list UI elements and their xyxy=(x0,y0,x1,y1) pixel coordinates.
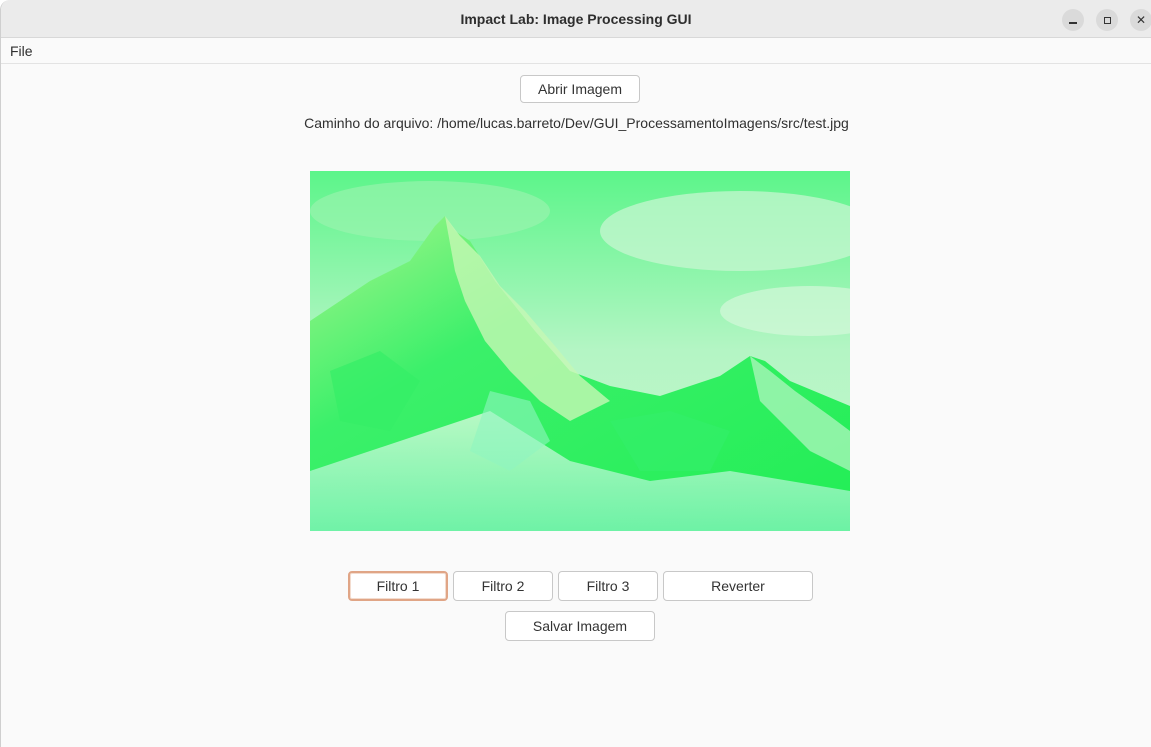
filter-1-button[interactable]: Filtro 1 xyxy=(348,571,448,601)
filter-2-button[interactable]: Filtro 2 xyxy=(453,571,553,601)
save-image-button[interactable]: Salvar Imagem xyxy=(505,611,655,641)
maximize-button[interactable] xyxy=(1096,9,1118,31)
window-title: Impact Lab: Image Processing GUI xyxy=(460,11,692,27)
image-preview xyxy=(310,171,850,531)
file-path-label: Caminho do arquivo: /home/lucas.barreto/… xyxy=(304,115,849,131)
revert-button[interactable]: Reverter xyxy=(663,571,813,601)
mountain-image xyxy=(310,171,850,531)
open-image-button[interactable]: Abrir Imagem xyxy=(520,75,640,103)
filter-3-button[interactable]: Filtro 3 xyxy=(558,571,658,601)
minimize-button[interactable] xyxy=(1062,9,1084,31)
maximize-icon xyxy=(1103,16,1111,24)
close-button[interactable]: ✕ xyxy=(1130,9,1151,31)
menu-bar: File xyxy=(1,38,1151,64)
menu-file[interactable]: File xyxy=(10,43,33,59)
title-bar[interactable]: Impact Lab: Image Processing GUI ✕ xyxy=(1,0,1151,38)
app-window: Impact Lab: Image Processing GUI ✕ File … xyxy=(0,0,1151,747)
minimize-icon xyxy=(1069,22,1077,24)
close-icon: ✕ xyxy=(1135,13,1147,27)
